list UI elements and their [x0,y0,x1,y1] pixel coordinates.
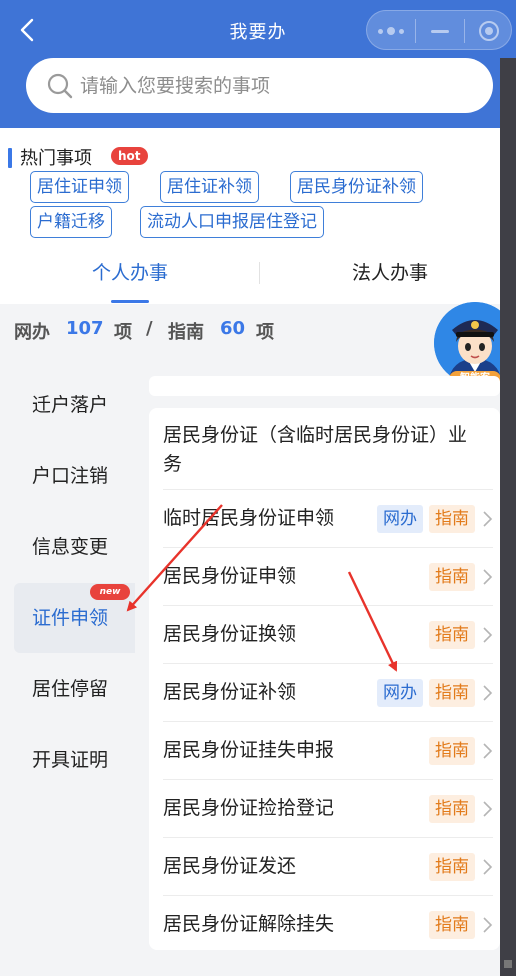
hot-badge: hot [111,147,148,165]
search-icon [47,73,73,99]
guide-count: 60 [220,318,246,339]
app-header: 我要办 [0,0,516,128]
minimize-icon [431,29,449,33]
hot-tag[interactable]: 居住证申领 [30,171,129,203]
service-name: 居民身份证发还 [163,855,297,877]
guide-pill[interactable]: 指南 [429,679,475,707]
service-row[interactable]: 居民身份证挂失申报 指南 [163,722,493,780]
service-name: 居民身份证捡拾登记 [163,797,335,819]
hot-title: 热门事项 [20,148,92,169]
guide-pill[interactable]: 指南 [429,737,475,765]
chevron-right-icon [483,743,493,759]
scrollbar-thumb[interactable] [504,960,512,968]
service-row[interactable]: 居民身份证补领 网办 指南 [163,664,493,722]
service-row[interactable]: 临时居民身份证申领 网办 指南 [163,490,493,548]
online-pill[interactable]: 网办 [377,505,423,533]
hot-tag[interactable]: 户籍迁移 [30,206,112,238]
online-pill[interactable]: 网办 [377,679,423,707]
mini-program-capsule [366,10,512,50]
guide-label: 指南 [168,322,204,343]
tab-personal[interactable]: 个人办事 [0,252,260,304]
tab-active-indicator [111,300,149,303]
chevron-right-icon [483,569,493,585]
service-name: 居民身份证挂失申报 [163,739,335,761]
hot-tag[interactable]: 居住证补领 [160,171,259,203]
chevron-right-icon [483,917,493,933]
tab-bar: 个人办事 法人办事 [0,252,500,304]
guide-pill[interactable]: 指南 [429,563,475,591]
menu-item[interactable]: 居住停留 [14,654,135,724]
service-name: 临时居民身份证申领 [163,507,335,529]
online-unit: 项 [114,322,132,343]
service-name: 居民身份证（含临时居民身份证）业务 [163,424,468,475]
service-name: 居民身份证解除挂失 [163,913,335,935]
list-top-strip [149,376,500,396]
online-label: 网办 [14,322,50,343]
service-row[interactable]: 居民身份证申领 指南 [163,548,493,606]
more-button[interactable] [367,11,415,51]
service-row[interactable]: 居民身份证发还 指南 [163,838,493,896]
close-capsule-button[interactable] [465,11,513,51]
online-count: 107 [66,318,104,339]
guide-pill[interactable]: 指南 [429,795,475,823]
count-summary: 网办 107 项 / 指南 60 项 [0,304,500,356]
hot-tag[interactable]: 居民身份证补领 [290,171,423,203]
service-row[interactable]: 居民身份证（含临时居民身份证）业务 [163,408,493,490]
service-name: 居民身份证补领 [163,681,297,703]
target-icon [479,21,499,41]
service-row[interactable]: 居民身份证解除挂失 指南 [163,896,493,950]
guide-pill[interactable]: 指南 [429,621,475,649]
guide-pill[interactable]: 指南 [429,853,475,881]
minimize-button[interactable] [416,11,464,51]
chevron-right-icon [483,685,493,701]
count-separator: / [146,318,153,339]
tab-legal[interactable]: 法人办事 [260,252,516,304]
category-menu: 迁户落户 户口注销 信息变更 证件申领 居住停留 开具证明 [0,356,135,976]
service-name: 居民身份证申领 [163,565,297,587]
service-name: 居民身份证换领 [163,623,297,645]
service-row[interactable]: 居民身份证换领 指南 [163,606,493,664]
service-list: 居民身份证（含临时居民身份证）业务 临时居民身份证申领 网办 指南 居民身份证申… [149,408,500,950]
menu-item[interactable]: 迁户落户 [14,370,135,440]
menu-item[interactable]: 开具证明 [14,725,135,795]
section-marker [8,148,12,168]
menu-item[interactable]: 信息变更 [14,512,135,582]
chevron-right-icon [483,859,493,875]
more-dots-icon [378,27,404,35]
service-row[interactable]: 居民身份证捡拾登记 指南 [163,780,493,838]
guide-unit: 项 [256,322,274,343]
back-button[interactable] [16,16,40,44]
chevron-left-icon [20,18,34,42]
chevron-right-icon [483,627,493,643]
scrollbar-track[interactable] [500,58,516,976]
search-box[interactable] [26,58,493,113]
guide-pill[interactable]: 指南 [429,505,475,533]
chevron-right-icon [483,801,493,817]
search-input[interactable] [80,68,470,103]
menu-item[interactable]: 户口注销 [14,441,135,511]
guide-pill[interactable]: 指南 [429,911,475,939]
hot-tag[interactable]: 流动人口申报居住登记 [140,206,324,238]
new-badge: new [90,584,130,600]
chevron-right-icon [483,511,493,527]
